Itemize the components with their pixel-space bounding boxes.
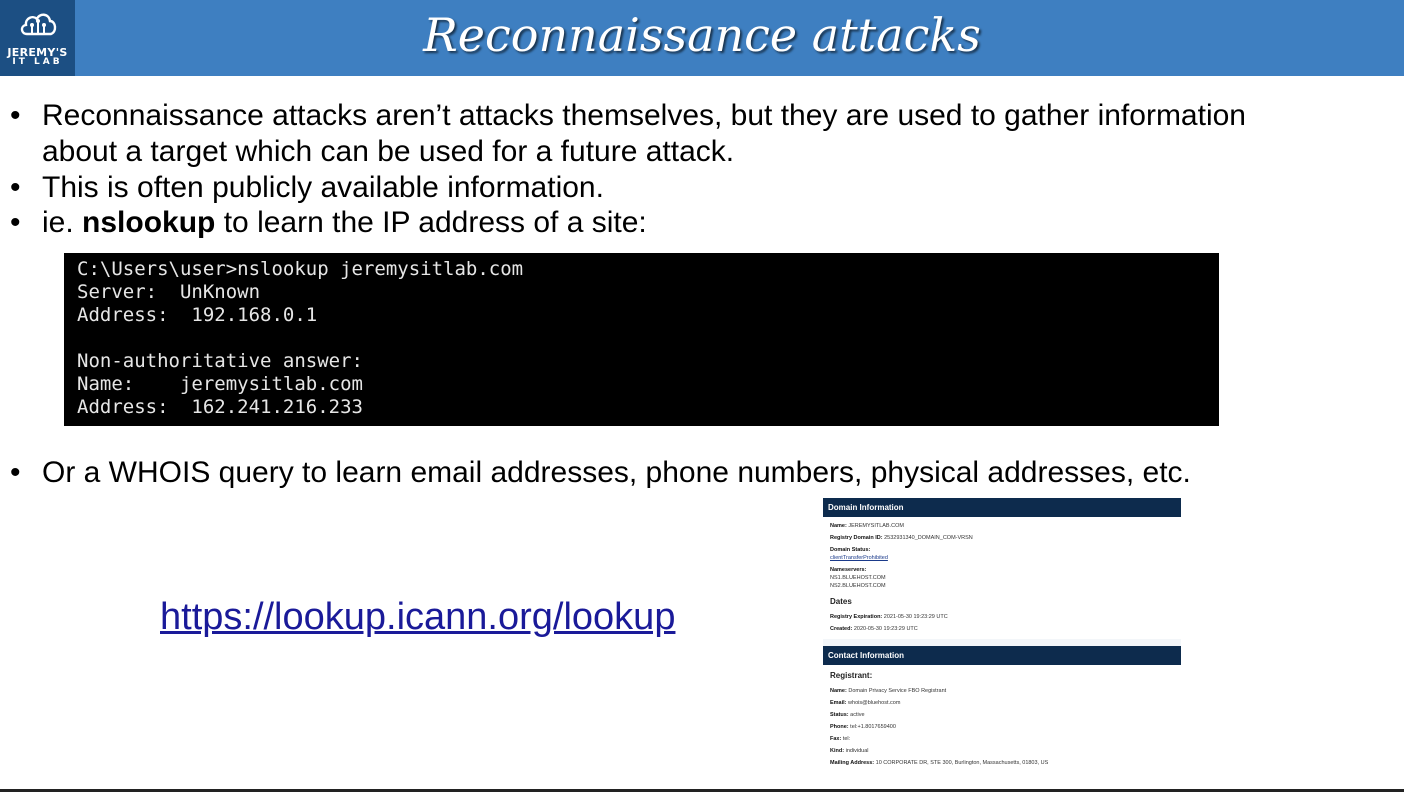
contact-info-panel [823,665,1181,768]
whois-row: Name: Domain Privacy Service FBO Registr… [830,688,947,694]
icann-lookup-link[interactable]: https://lookup.icann.org/lookup [160,596,675,639]
whois-status-link: clientTransferProhibited [830,555,888,561]
terminal-line: Address: 192.168.0.1 [77,304,318,326]
whois-row: NS1.BLUEHOST.COM [830,575,886,581]
whois-row: NS2.BLUEHOST.COM [830,583,886,589]
registrant-subheader: Registrant: [830,671,873,680]
bullet-dot: • [10,456,21,489]
whois-row: Registry Domain ID: 2532931340_DOMAIN_CO… [830,535,973,541]
whois-row: Status: active [830,712,865,718]
bullet-3-suffix: to learn the IP address of a site: [215,206,647,239]
slide-header: JEREMY'S IT LAB Reconnaissance attacks [0,0,1404,76]
whois-row: Domain Status: [830,547,871,553]
whois-row: Kind: individual [830,748,869,754]
whois-result-screenshot: Domain Information Name: JEREMYSITLAB.CO… [823,498,1181,768]
whois-row: Nameservers: [830,567,867,573]
terminal-line: Address: 162.241.216.233 [77,396,363,418]
whois-row: Name: JEREMYSITLAB.COM [830,523,904,529]
terminal-line: Non-authoritative answer: [77,350,363,372]
bullet-3-prefix: ie. [42,206,83,239]
whois-row: Created: 2020-05-30 19:23:29 UTC [830,626,918,632]
contact-info-header: Contact Information [823,646,1181,665]
bullet-dot: • [10,171,21,204]
whois-row: Email: whois@bluehost.com [830,700,901,706]
bullet-3: ie. nslookup to learn the IP address of … [42,205,647,241]
whois-row: Fax: tel: [830,736,851,742]
domain-info-header: Domain Information [823,498,1181,517]
terminal-line: Name: jeremysitlab.com [77,373,363,395]
terminal-line: C:\Users\user>nslookup jeremysitlab.com [77,258,524,280]
whois-row: Phone: tel:+1.8017659400 [830,724,896,730]
terminal-line: Server: UnKnown [77,281,261,303]
bullet-dot: • [10,99,21,132]
bullet-2: This is often publicly available informa… [42,171,604,204]
bullet-1-line-1: Reconnaissance attacks aren’t attacks th… [42,99,1246,132]
nslookup-terminal-output: C:\Users\user>nslookup jeremysitlab.com … [64,253,1219,426]
whois-row: Mailing Address: 10 CORPORATE DR, STE 30… [830,760,1049,766]
whois-row: Registry Expiration: 2021-05-30 19:23:29… [830,614,948,620]
bullet-dot: • [10,206,21,239]
bullet-1-line-2: about a target which can be used for a f… [42,135,735,168]
bullet-4: Or a WHOIS query to learn email addresse… [42,456,1191,489]
dates-subheader: Dates [830,597,852,606]
slide-title: Reconnaissance attacks [423,8,981,62]
bullet-3-command: nslookup [82,206,216,239]
